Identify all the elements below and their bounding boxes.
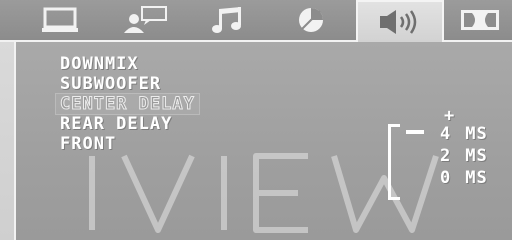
speaker-icon — [380, 10, 417, 34]
menu-item-subwoofer[interactable]: SUBWOOFER — [56, 74, 199, 94]
menu-item-rear-delay[interactable]: REAR DELAY — [56, 114, 199, 134]
monitor-icon — [42, 7, 78, 32]
scale-value-row: 4 MS — [440, 124, 488, 144]
scale-value: 4 — [440, 124, 452, 144]
settings-panel: DOWNMIX SUBWOOFER CENTER DELAY REAR DELA… — [14, 42, 512, 240]
tab-dolby[interactable] — [448, 3, 512, 37]
increase-sign: + — [444, 106, 455, 126]
scale-unit: MS — [465, 124, 488, 144]
scale-unit: MS — [465, 168, 488, 188]
menu-item-downmix[interactable]: DOWNMIX — [56, 54, 199, 74]
tab-video[interactable] — [276, 3, 346, 37]
audio-setup-menu: DOWNMIX SUBWOOFER CENTER DELAY REAR DELA… — [55, 54, 200, 154]
setup-window: DOWNMIX SUBWOOFER CENTER DELAY REAR DELA… — [0, 0, 512, 240]
dolby-icon — [461, 10, 499, 30]
tab-audio[interactable] — [192, 3, 262, 37]
scale-value: 2 — [440, 146, 452, 166]
tab-language[interactable] — [110, 3, 180, 37]
music-notes-icon — [212, 7, 241, 33]
scale-value-row: 0 MS — [440, 168, 488, 188]
menu-item-center-delay[interactable]: CENTER DELAY — [55, 93, 200, 115]
color-disc-icon — [299, 8, 323, 32]
delay-scale: + 4 MS 2 MS 0 MS — [388, 106, 512, 238]
tab-speaker[interactable] — [356, 0, 444, 42]
tab-bar — [0, 0, 512, 42]
scale-value: 0 — [440, 168, 452, 188]
delay-level-indicator[interactable] — [406, 130, 424, 134]
tab-display[interactable] — [26, 3, 96, 37]
scale-unit: MS — [465, 146, 488, 166]
menu-item-front[interactable]: FRONT — [56, 134, 199, 154]
scale-value-row: 2 MS — [440, 146, 488, 166]
person-speech-icon — [124, 6, 167, 33]
scale-bracket — [388, 124, 400, 200]
